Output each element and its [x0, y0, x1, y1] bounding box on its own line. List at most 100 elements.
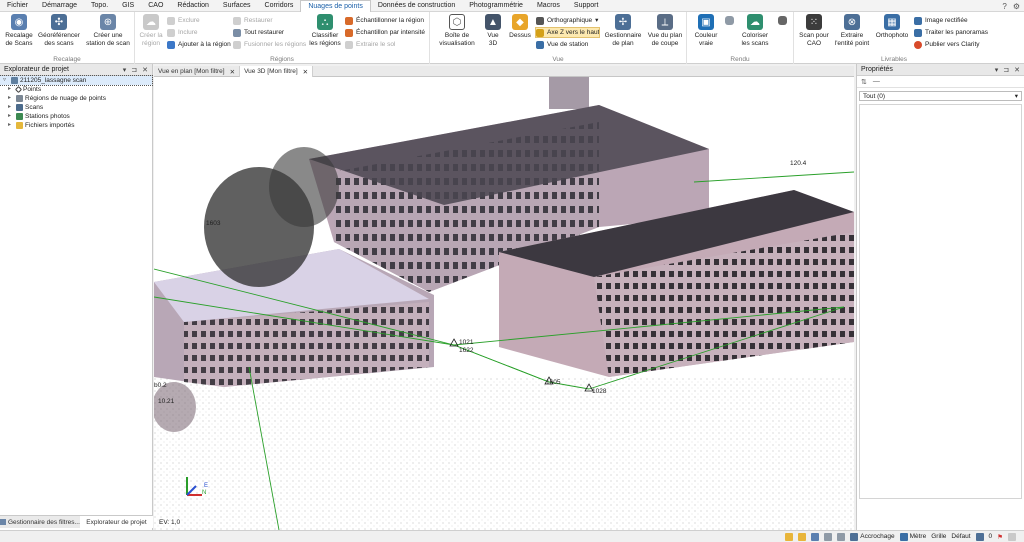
add-to-region-button[interactable]: Ajouter à la région — [167, 40, 231, 49]
menu-redaction[interactable]: Rédaction — [170, 0, 216, 12]
process-panoramas-button[interactable]: Traiter les panoramas — [914, 28, 988, 37]
view-3d-icon: ▲ — [485, 14, 501, 30]
dropdown-icon[interactable]: ▾ — [123, 66, 127, 74]
extract-ground-button[interactable]: Extraire le sol — [345, 40, 395, 49]
create-scan-station-button[interactable]: ⊕ Créer une station de scan — [84, 14, 132, 48]
restore-button[interactable]: Restaurer — [233, 16, 273, 25]
sort-icon[interactable]: ⇅ — [861, 78, 867, 86]
georeference-scans-button[interactable]: ✣ Géoréférencer des scans — [37, 14, 81, 48]
orthophoto-button[interactable]: ▦ Orthophoto — [874, 14, 910, 40]
rectified-image-button[interactable]: Image rectifiée — [914, 16, 968, 25]
ribbon: ◉ Recalage de Scans ✣ Géoréférencer des … — [0, 12, 1024, 64]
point-label: b0.2 — [154, 382, 167, 389]
cloud-regions-icon — [16, 95, 23, 102]
expand-icon[interactable]: ▸ — [8, 94, 14, 103]
sample-region-button[interactable]: Échantillonner la région — [345, 16, 424, 25]
classify-regions-button[interactable]: ⛬ Classifier les régions — [307, 14, 343, 48]
view-box-button[interactable]: ⬡ Boîte de visualisation — [436, 14, 478, 48]
close-icon[interactable]: ✕ — [230, 68, 235, 76]
create-region-button[interactable]: ☁ Créer la région — [139, 14, 163, 48]
tab-filter-manager[interactable]: Gestionnaire des filtres... — [0, 516, 80, 528]
group-regions: ☁ Créer la région Exclure Inclure Ajoute… — [135, 12, 430, 64]
menu-demarrage[interactable]: Démarrage — [35, 0, 84, 12]
colorize-scans-button[interactable]: ☁ Coloriser les scans — [737, 14, 773, 48]
menu-bar: Fichier Démarrage Topo. GIS CAO Rédactio… — [0, 0, 1024, 12]
menu-surfaces[interactable]: Surfaces — [216, 0, 258, 12]
menu-corridors[interactable]: Corridors — [258, 0, 301, 12]
tree-item-points[interactable]: ▸ Points — [0, 85, 152, 94]
menu-donnees-construction[interactable]: Données de construction — [371, 0, 462, 12]
restore-all-button[interactable]: Tout restaurer — [233, 28, 284, 37]
pin-icon[interactable]: ⊐ — [1003, 66, 1009, 74]
status-bar: Accrochage Mètre Grille Défaut 0 ⚑ — [0, 530, 1024, 542]
collapse-all-icon[interactable]: — — [873, 78, 880, 85]
help-icon[interactable]: ? — [1002, 2, 1006, 11]
render-option-button[interactable] — [723, 16, 735, 27]
tree-item-regions[interactable]: ▸ Régions de nuage de points — [0, 94, 152, 103]
3d-viewport[interactable]: 120.4 1603 1605 1028 1622 1021 10.21 b0.… — [154, 77, 854, 530]
extract-point-entity-button[interactable]: ⊗ Extraire l'entité point — [834, 14, 870, 48]
tree-item-photo-stations[interactable]: ▸ Stations photos — [0, 112, 152, 121]
tab-plan-view[interactable]: Vue en plan [Mon filtre] ✕ — [154, 66, 241, 77]
orthophoto-icon: ▦ — [884, 14, 900, 30]
tab-3d-view[interactable]: Vue 3D [Mon filtre] ✕ — [240, 66, 314, 77]
settings-icon[interactable]: ⚙ — [1013, 2, 1020, 11]
section-plane-button[interactable]: ⟂ Vue du plan de coupe — [645, 14, 685, 48]
clarity-icon — [914, 40, 922, 49]
flag-icon[interactable]: ⚑ — [997, 533, 1003, 541]
layers-icon[interactable] — [837, 532, 846, 541]
dropdown-icon[interactable]: ▾ — [995, 66, 999, 74]
default-style[interactable]: Défaut — [951, 533, 970, 540]
snap-mode-icon[interactable] — [798, 532, 807, 541]
plan-manager-button[interactable]: ✢ Gestionnaire de plan — [603, 14, 643, 48]
close-icon[interactable]: ✕ — [1014, 66, 1020, 74]
snap-mode-icon[interactable] — [785, 532, 794, 541]
menu-gis[interactable]: GIS — [115, 0, 141, 12]
recalage-scans-button[interactable]: ◉ Recalage de Scans — [4, 14, 34, 48]
publish-clarity-button[interactable]: Publier vers Clarity — [914, 40, 980, 49]
layer-icon[interactable] — [975, 532, 984, 541]
tree-item-project[interactable]: ▿ 211205_lassagne scan — [0, 75, 153, 86]
include-button[interactable]: Inclure — [167, 28, 198, 37]
station-view-button[interactable]: Vue de station — [536, 40, 588, 49]
menu-fichier[interactable]: Fichier — [0, 0, 35, 12]
exclude-button[interactable]: Exclure — [167, 16, 200, 25]
menu-topo[interactable]: Topo. — [84, 0, 115, 12]
merge-regions-button[interactable]: Fusionner les régions — [233, 40, 306, 49]
collapse-icon[interactable]: ▿ — [3, 76, 9, 85]
tab-project-explorer[interactable]: Explorateur de projet — [79, 516, 153, 528]
point-size-button[interactable] — [775, 16, 789, 27]
tree-item-imported-files[interactable]: ▸ Fichiers importés — [0, 121, 152, 130]
menu-support[interactable]: Support — [567, 0, 606, 12]
expand-icon[interactable]: ▸ — [8, 112, 14, 121]
true-color-button[interactable]: ▣ Couleur vraie — [691, 14, 721, 48]
properties-filter-select[interactable]: Tout (0) ▾ — [859, 91, 1022, 101]
top-view-button[interactable]: ◆ Dessus — [508, 14, 532, 40]
snap-toggle[interactable]: Accrochage — [850, 532, 895, 541]
expand-icon[interactable]: ▸ — [8, 85, 14, 94]
view-3d-button[interactable]: ▲ Vue 3D — [482, 14, 504, 48]
pin-icon[interactable]: ⊐ — [131, 66, 137, 74]
scan-to-cad-button[interactable]: ⁙ Scan pour CAO — [798, 14, 830, 48]
view-mode-icon[interactable] — [811, 532, 820, 541]
close-icon[interactable]: ✕ — [303, 68, 308, 76]
group-rendu: ▣ Couleur vraie ☁ Coloriser les scans Re… — [687, 12, 794, 64]
close-icon[interactable]: ✕ — [142, 66, 148, 74]
include-icon — [167, 28, 175, 37]
tree-item-scans[interactable]: ▸ Scans — [0, 103, 152, 112]
menu-cao[interactable]: CAO — [141, 0, 170, 12]
menu-macros[interactable]: Macros — [530, 0, 567, 12]
orthographic-dropdown[interactable]: Orthographique ▾ — [536, 16, 598, 25]
sample-intensity-button[interactable]: Échantillon par intensité — [345, 28, 425, 37]
selection-icon[interactable] — [824, 532, 833, 541]
unit-selector[interactable]: Mètre — [899, 532, 926, 541]
point-label: 1603 — [206, 220, 221, 227]
menu-nuages-de-points[interactable]: Nuages de points — [300, 0, 371, 12]
expand-icon[interactable]: ▸ — [8, 121, 14, 130]
notification-icon[interactable] — [1008, 532, 1016, 541]
axis-z-up-button[interactable]: Axe Z vers le haut — [534, 27, 601, 38]
menu-photogrammetrie[interactable]: Photogrammétrie — [462, 0, 530, 12]
grid-toggle[interactable]: Grille — [931, 533, 946, 540]
expand-icon[interactable]: ▸ — [8, 103, 14, 112]
filter-icon — [0, 519, 6, 525]
